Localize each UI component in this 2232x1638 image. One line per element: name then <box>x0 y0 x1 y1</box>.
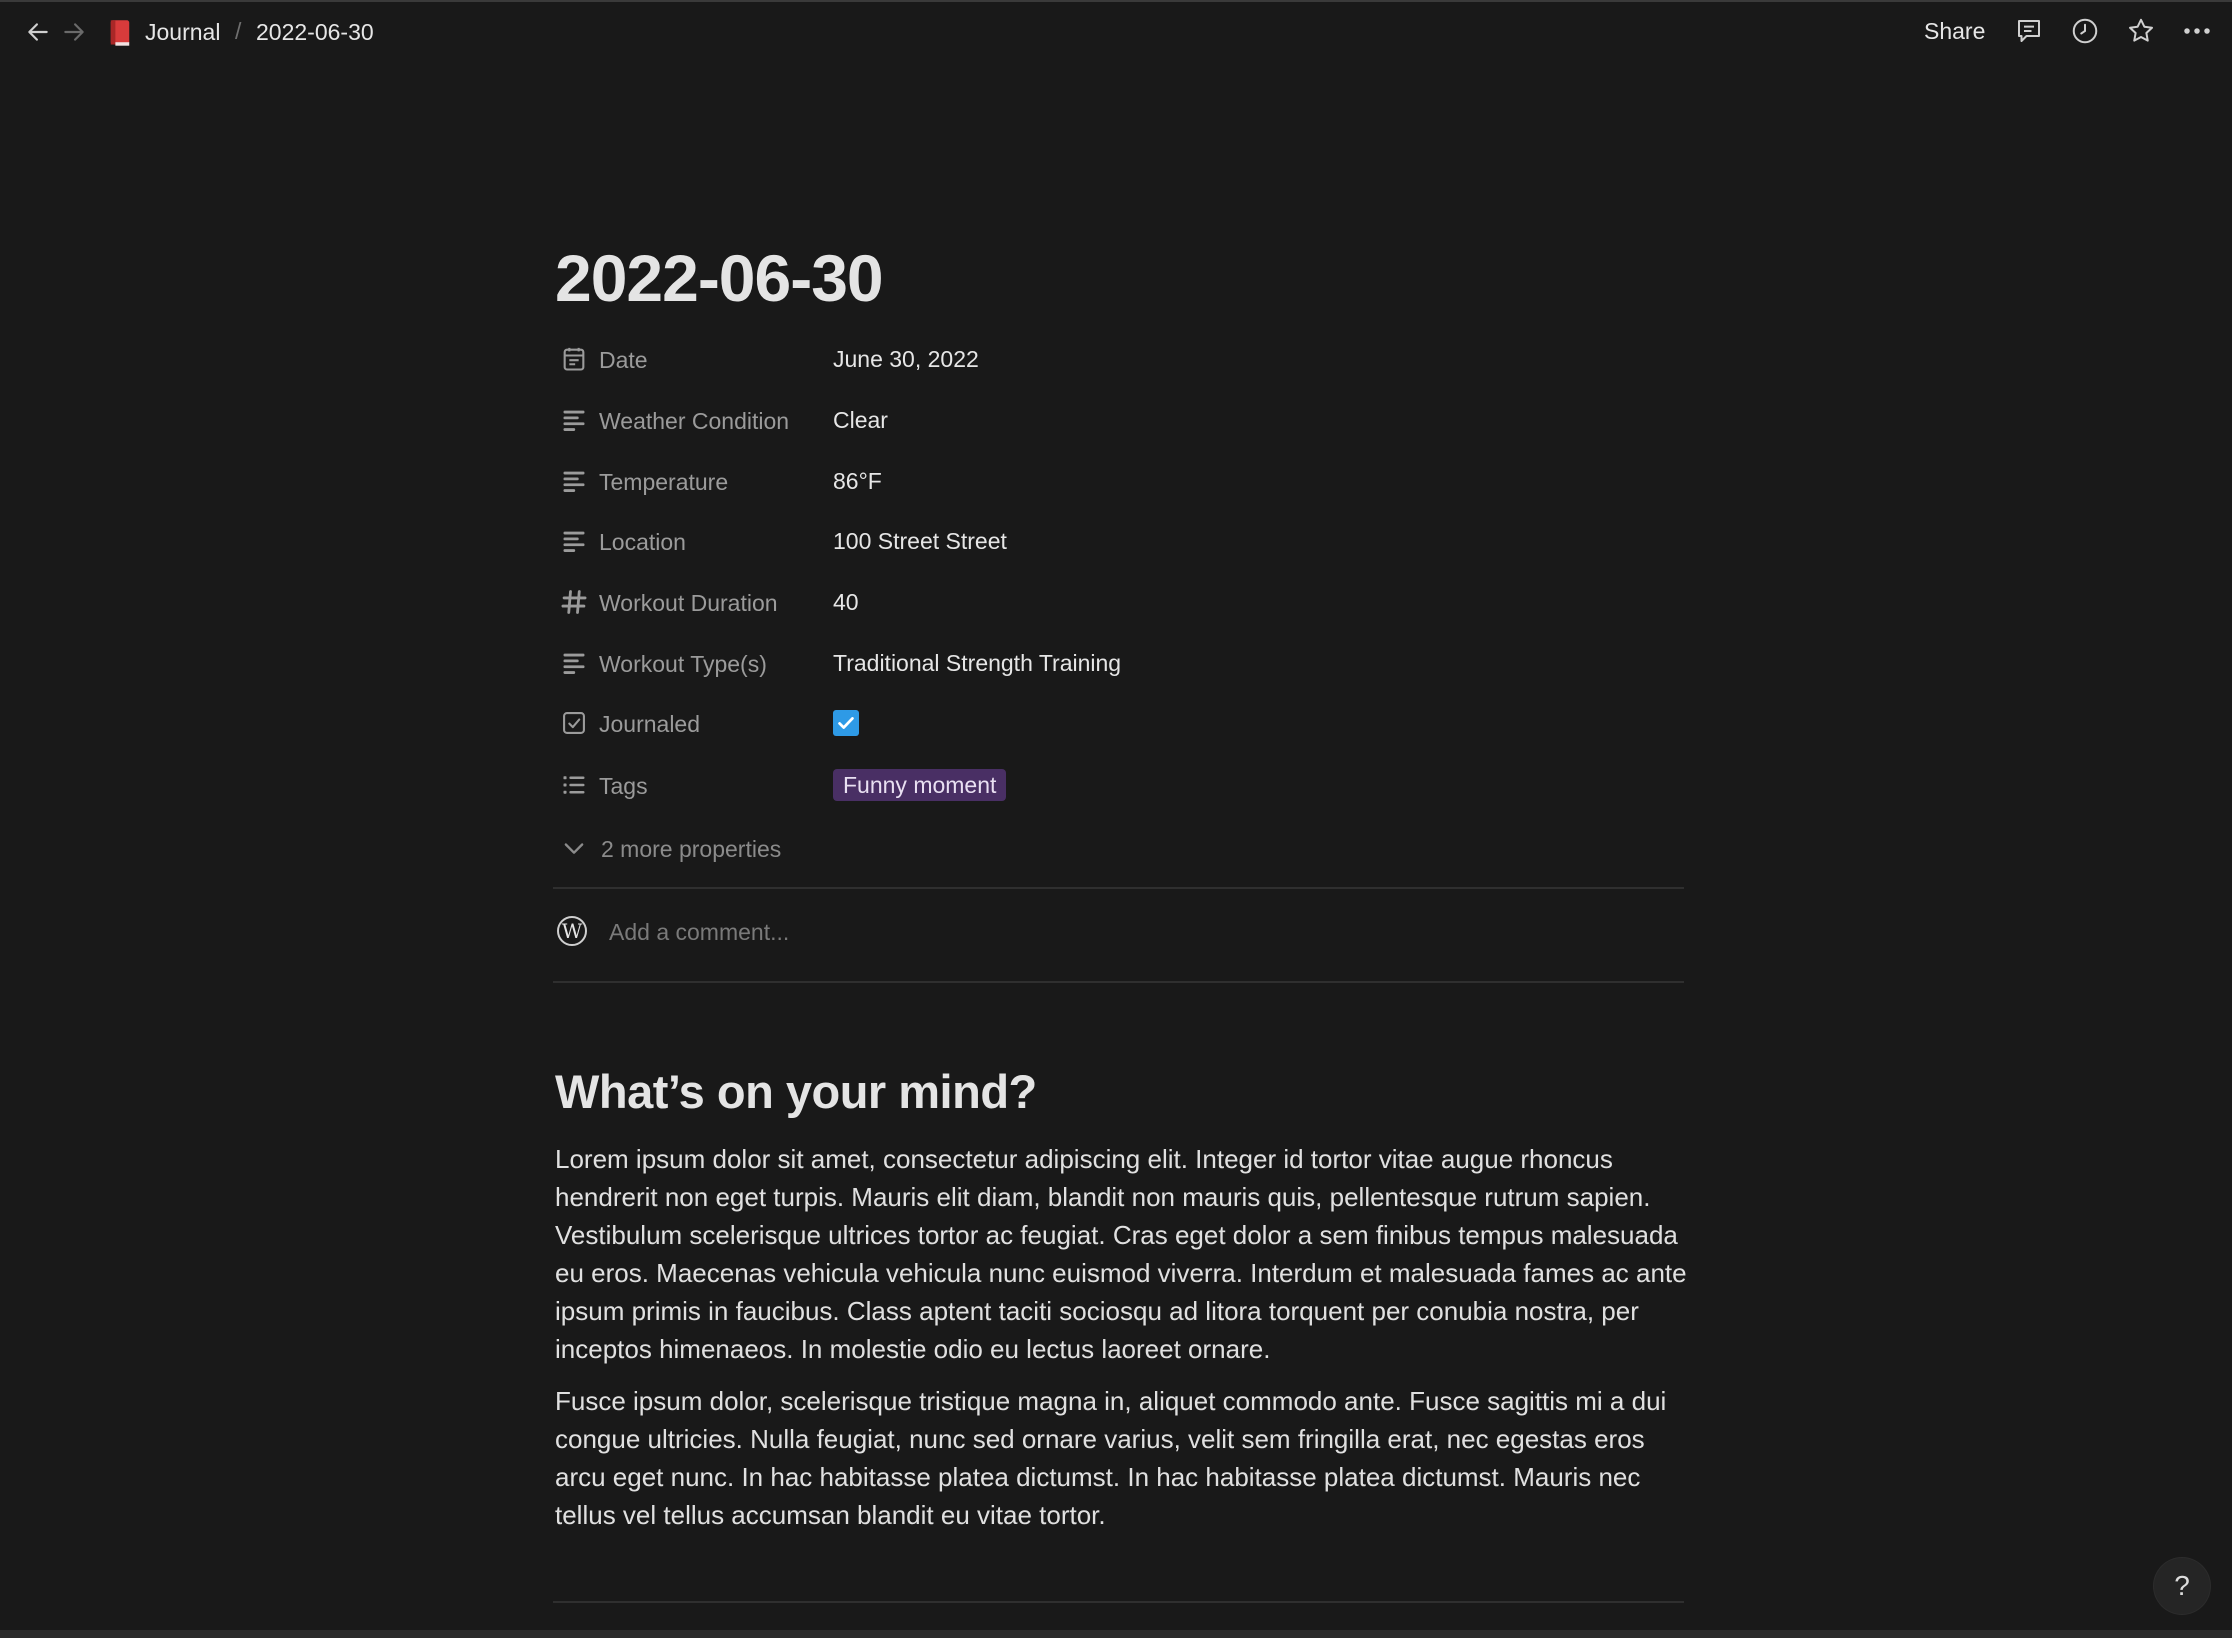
property-row-journaled[interactable]: Journaled <box>555 701 1685 749</box>
checkbox-icon <box>560 709 588 737</box>
property-row-workout-types[interactable]: Workout Type(s) Traditional Strength Tra… <box>555 641 1685 689</box>
avatar: W <box>557 916 587 946</box>
tag-pill[interactable]: Funny moment <box>833 769 1007 801</box>
divider <box>553 1601 1684 1603</box>
breadcrumb-separator: / <box>235 18 242 44</box>
top-bar: Journal / 2022-06-30 Share <box>0 2 2232 62</box>
more-properties-label: 2 more properties <box>601 836 782 862</box>
property-name: Location <box>599 529 686 555</box>
journal-book-icon[interactable] <box>106 18 134 48</box>
forward-arrow-icon[interactable] <box>58 16 90 48</box>
property-value-date[interactable]: June 30, 2022 <box>833 344 979 374</box>
property-value-location[interactable]: 100 Street Street <box>833 526 1007 556</box>
property-name: Temperature <box>599 469 729 495</box>
help-button[interactable]: ? <box>2154 1558 2210 1614</box>
hash-icon <box>560 588 588 616</box>
property-name: Weather Condition <box>599 408 790 434</box>
more-options-icon[interactable] <box>2180 14 2214 48</box>
share-button[interactable]: Share <box>1924 16 1985 46</box>
list-icon <box>560 771 588 799</box>
property-name: Journaled <box>599 711 701 737</box>
property-row-temperature[interactable]: Temperature 86°F <box>555 459 1685 507</box>
section-heading[interactable]: What’s on your mind? <box>555 1062 1037 1122</box>
comments-icon[interactable] <box>2012 14 2046 48</box>
journaled-checkbox[interactable] <box>833 710 859 736</box>
comment-input[interactable] <box>609 917 1209 947</box>
history-icon[interactable] <box>2068 14 2102 48</box>
divider <box>553 887 1684 889</box>
more-properties-toggle[interactable]: 2 more properties <box>555 828 855 868</box>
back-arrow-icon[interactable] <box>22 16 54 48</box>
app-window: Journal / 2022-06-30 Share 2022-06-30 Da… <box>0 0 2232 1638</box>
property-row-location[interactable]: Location 100 Street Street <box>555 519 1685 567</box>
text-lines-icon <box>560 527 588 555</box>
text-lines-icon <box>560 649 588 677</box>
favorite-star-icon[interactable] <box>2124 14 2158 48</box>
comment-row: W <box>555 912 1685 964</box>
breadcrumb-current-page[interactable]: 2022-06-30 <box>256 18 374 46</box>
body-paragraph[interactable]: Lorem ipsum dolor sit amet, consectetur … <box>555 1140 1690 1368</box>
property-name: Date <box>599 347 648 373</box>
calendar-icon <box>560 345 588 373</box>
chevron-down-icon <box>560 834 588 862</box>
property-name: Workout Duration <box>599 590 778 616</box>
property-value-workout-types[interactable]: Traditional Strength Training <box>833 648 1121 678</box>
property-row-date[interactable]: Date June 30, 2022 <box>555 337 1685 385</box>
property-value-workout-duration[interactable]: 40 <box>833 587 859 617</box>
property-value-weather[interactable]: Clear <box>833 405 888 435</box>
divider <box>553 981 1684 983</box>
text-lines-icon <box>560 467 588 495</box>
property-name: Tags <box>599 773 648 799</box>
body-paragraph[interactable]: Fusce ipsum dolor, scelerisque tristique… <box>555 1382 1690 1534</box>
window-bottom-edge <box>0 1630 2232 1638</box>
property-row-workout-duration[interactable]: Workout Duration 40 <box>555 580 1685 628</box>
property-value-temperature[interactable]: 86°F <box>833 466 882 496</box>
property-row-weather-condition[interactable]: Weather Condition Clear <box>555 398 1685 446</box>
text-lines-icon <box>560 406 588 434</box>
page-title[interactable]: 2022-06-30 <box>555 238 884 318</box>
breadcrumb-journal[interactable]: Journal <box>145 18 220 46</box>
property-name: Workout Type(s) <box>599 651 767 677</box>
property-row-tags[interactable]: Tags Funny moment <box>555 763 1685 811</box>
